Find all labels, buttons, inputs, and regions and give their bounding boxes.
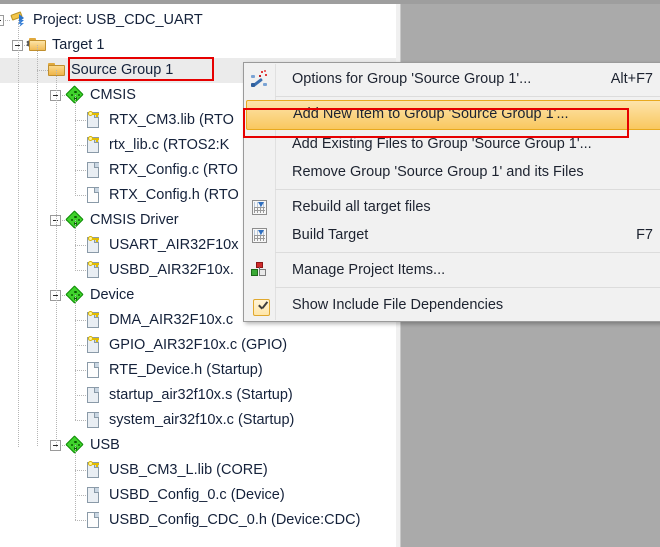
tree-guide [75,270,86,271]
wand-icon [250,70,269,89]
lib-key-file-icon [86,111,100,129]
tree-item-label: USB_CM3_L.lib (CORE) [109,462,268,478]
tree-guide [75,370,86,371]
folder-icon [48,63,66,77]
menu-item-shortcut: Alt+F7 [610,71,653,87]
tree-guide [75,495,86,496]
tree-guide [75,245,86,246]
tree-guide [75,395,86,396]
tree-item-label: GPIO_AIR32F10x.c (GPIO) [109,337,288,353]
tree-item[interactable]: Project: USB_CDC_UART [0,8,396,33]
menu-item-label: Options for Group 'Source Group 1'... [292,71,532,87]
tree-item-label: CMSIS [90,87,136,103]
tree-guide [75,520,86,521]
source-file-icon [86,487,100,504]
tree-item[interactable]: USB_CM3_L.lib (CORE) [0,458,396,483]
target-folder-icon [29,38,47,52]
menu-item[interactable]: Options for Group 'Source Group 1'... Alt… [244,65,660,93]
lib-key-file-icon [86,236,100,254]
menu-item[interactable]: Rebuild all target files [244,193,660,221]
tree-guide [75,120,86,121]
tree-guide-vertical [75,220,76,270]
tree-item-label: USBD_Config_CDC_0.h (Device:CDC) [109,512,361,528]
tree-item[interactable]: startup_air32f10x.s (Startup) [0,383,396,408]
tree-guide [75,470,86,471]
tree-item[interactable]: RTE_Device.h (Startup) [0,358,396,383]
tree-item-label: DMA_AIR32F10x.c [109,312,234,328]
tree-guide [75,195,86,196]
menu-separator [275,287,660,288]
project-context-menu[interactable]: Options for Group 'Source Group 1'... Alt… [243,62,660,322]
annotation-box-add-new-item [243,108,629,138]
tree-item-label: USBD_AIR32F10x. [109,262,234,278]
tree-guide [75,345,86,346]
header-file-icon [86,187,100,204]
menu-item[interactable]: Build Target F7 [244,221,660,249]
lib-key-file-icon [86,336,100,354]
header-file-icon [86,362,100,379]
tree-item-label: Target 1 [52,37,105,53]
tree-guide-vertical [18,20,19,447]
menu-separator [275,252,660,253]
menu-separator [275,96,660,97]
tree-item-label: RTX_Config.h (RTO [109,187,239,203]
menu-separator [275,189,660,190]
tree-expander-collapse[interactable] [0,15,4,26]
manage-items-icon [250,261,269,280]
tree-guide-vertical [75,445,76,520]
tree-item[interactable]: USBD_Config_CDC_0.h (Device:CDC) [0,508,396,533]
tree-item-label: rtx_lib.c (RTOS2:K [109,137,230,153]
tree-item-label: USBD_Config_0.c (Device) [109,487,285,503]
source-file-icon [86,412,100,429]
annotation-box-source-group [68,57,214,81]
tree-item[interactable]: system_air32f10x.c (Startup) [0,408,396,433]
tree-item-label: USB [90,437,120,453]
tree-guide [75,145,86,146]
tree-item-label: RTE_Device.h (Startup) [109,362,263,378]
menu-item[interactable]: Manage Project Items... [244,256,660,284]
header-file-icon [86,512,100,529]
menu-item-label: Build Target [292,227,369,243]
lib-key-file-icon [86,261,100,279]
tree-item[interactable]: Target 1 [0,33,396,58]
checkbox-checked-icon[interactable] [250,296,270,316]
lib-key-file-icon [86,311,100,329]
build-icon [250,226,269,245]
tree-item-label: Device [90,287,135,303]
tree-guide-vertical [56,70,57,447]
tree-guide [37,70,48,71]
menu-item[interactable]: Remove Group 'Source Group 1' and its Fi… [244,158,660,186]
tree-item-label: RTX_CM3.lib (RTO [109,112,234,128]
menu-item[interactable]: Show Include File Dependencies [244,291,660,319]
source-file-icon [86,162,100,179]
lib-key-file-icon [86,461,100,479]
menu-item-shortcut: F7 [636,227,653,243]
tree-guide-vertical [37,45,38,447]
menu-item-label: Manage Project Items... [292,262,446,278]
tree-item-label: startup_air32f10x.s (Startup) [109,387,293,403]
rebuild-icon [250,198,269,217]
project-icon [10,11,28,29]
tree-item-label: system_air32f10x.c (Startup) [109,412,295,428]
tree-item[interactable]: GPIO_AIR32F10x.c (GPIO) [0,333,396,358]
screenshot-root: Project: USB_CDC_UART Target 1 Source Grou… [0,0,660,547]
menu-item-label: Rebuild all target files [292,199,431,215]
tree-item[interactable]: USB [0,433,396,458]
tree-item-label: USART_AIR32F10x [109,237,239,253]
tree-guide [75,320,86,321]
menu-item-label: Show Include File Dependencies [292,297,504,313]
tree-guide-vertical [75,95,76,195]
source-file-icon [86,387,100,404]
tree-item-label: Project: USB_CDC_UART [33,12,203,28]
tree-item[interactable]: USBD_Config_0.c (Device) [0,483,396,508]
tree-guide [75,420,86,421]
tree-item-label: CMSIS Driver [90,212,179,228]
tree-guide-vertical [75,295,76,420]
menu-item-label: Remove Group 'Source Group 1' and its Fi… [292,164,584,180]
lib-key-file-icon [86,136,100,154]
tree-guide [75,170,86,171]
tree-item-label: RTX_Config.c (RTO [109,162,238,178]
